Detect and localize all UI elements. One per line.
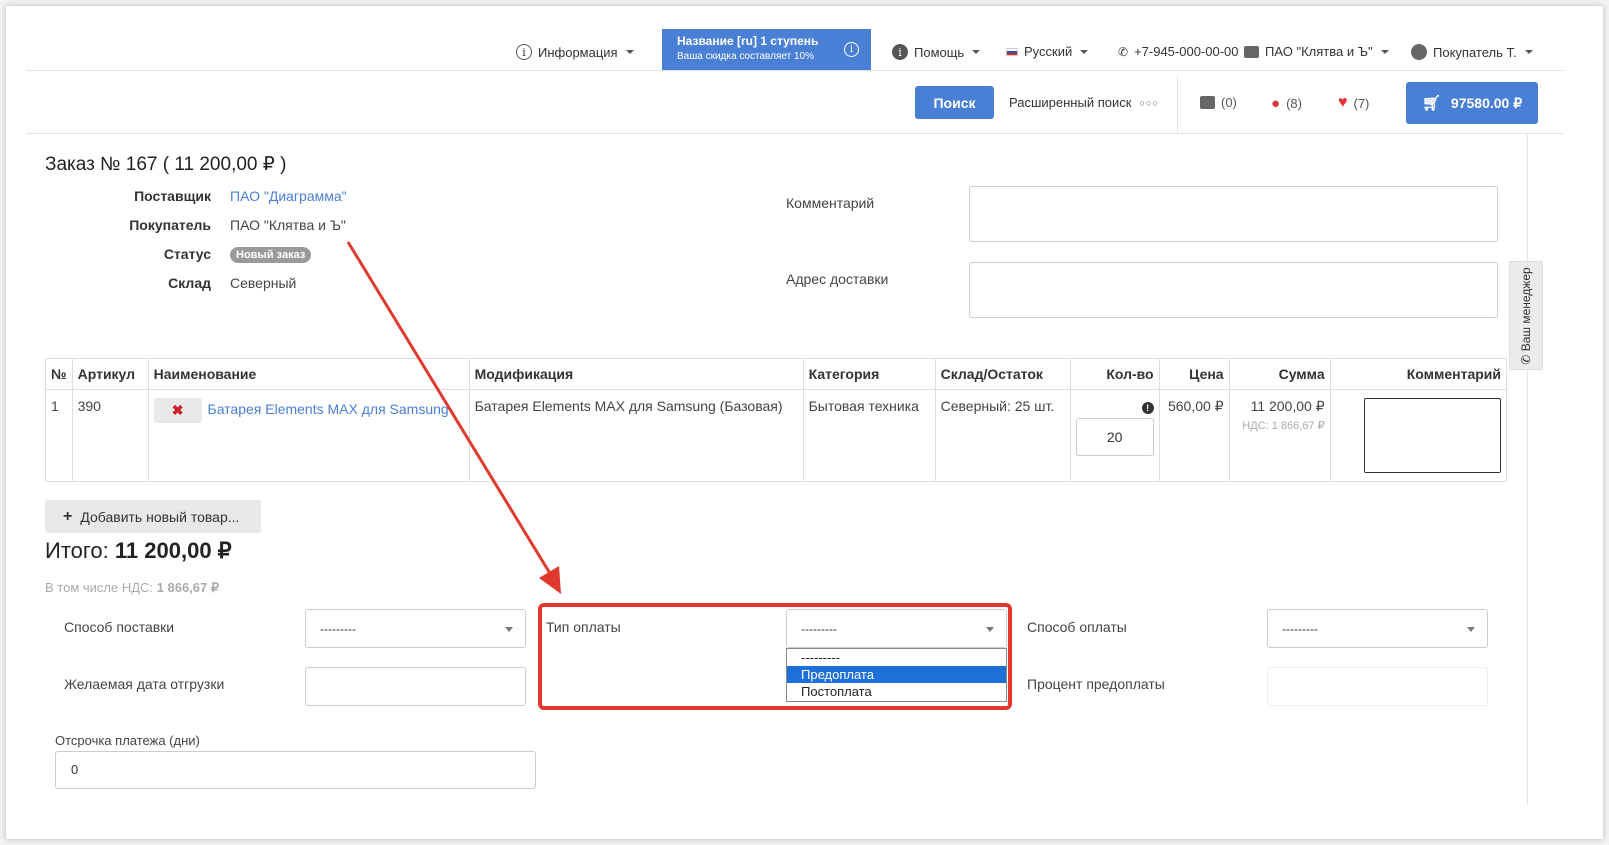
arrow-head: [539, 566, 561, 594]
annotation-arrow: [346, 241, 561, 594]
arrow-line: [346, 241, 556, 581]
page-frame: i Информация Название [ru] 1 ступень Ваш…: [6, 6, 1603, 839]
